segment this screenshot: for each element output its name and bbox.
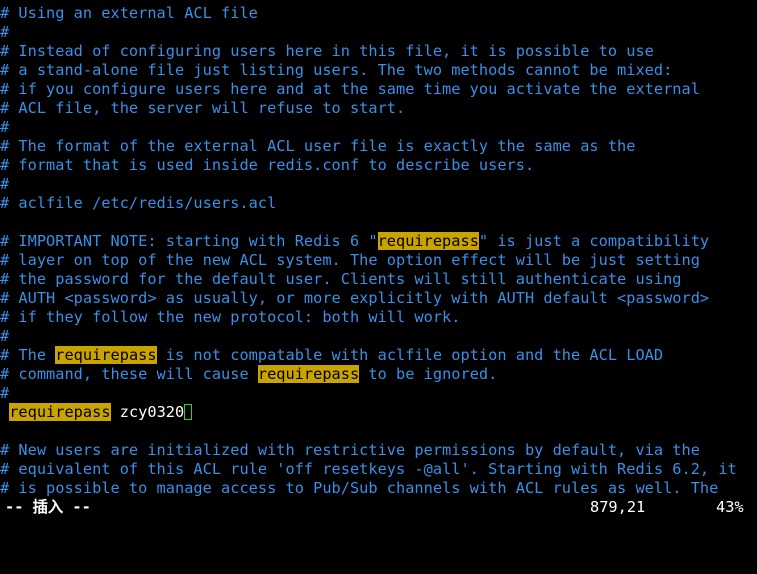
editor-line[interactable]: # The requirepass is not compatable with… <box>0 346 663 365</box>
editor-line[interactable]: # ACL file, the server will refuse to st… <box>0 99 405 118</box>
comment-text: # the password for the default user. Cli… <box>0 270 682 288</box>
editor-line[interactable]: # format that is used inside redis.conf … <box>0 156 534 175</box>
comment-text: to be ignored. <box>359 365 498 383</box>
editor-line[interactable]: # IMPORTANT NOTE: starting with Redis 6 … <box>0 232 709 251</box>
config-text <box>0 403 9 421</box>
comment-text: # IMPORTANT NOTE: starting with Redis 6 … <box>0 232 378 250</box>
comment-text: # a stand-alone file just listing users.… <box>0 61 673 79</box>
text-cursor <box>184 404 193 420</box>
editor-line[interactable]: # <box>0 175 9 194</box>
editor-line[interactable]: # The format of the external ACL user fi… <box>0 137 635 156</box>
editor-line[interactable]: requirepass zcy0320 <box>0 403 193 422</box>
comment-text: # is possible to manage access to Pub/Su… <box>0 479 719 497</box>
editor-line[interactable]: # the password for the default user. Cli… <box>0 270 682 289</box>
comment-text: # <box>0 175 10 193</box>
comment-text: # equivalent of this ACL rule 'off reset… <box>0 460 737 478</box>
editor-line[interactable]: # <box>0 327 9 346</box>
editor-line[interactable]: # New users are initialized with restric… <box>0 441 700 460</box>
search-highlight: requirepass <box>9 403 111 421</box>
editor-line[interactable]: # <box>0 384 9 403</box>
comment-text: # <box>0 384 10 402</box>
comment-text: # <box>0 327 10 345</box>
comment-text: # <box>0 118 10 136</box>
editor-line[interactable]: # equivalent of this ACL rule 'off reset… <box>0 460 737 479</box>
scroll-percent: 43% <box>716 498 744 516</box>
search-highlight: requirepass <box>55 346 157 364</box>
comment-text: # format that is used inside redis.conf … <box>0 156 535 174</box>
comment-text: # ACL file, the server will refuse to st… <box>0 99 406 117</box>
search-highlight: requirepass <box>257 365 360 383</box>
editor-line[interactable]: # a stand-alone file just listing users.… <box>0 61 672 80</box>
comment-text: # if they follow the new protocol: both … <box>0 308 461 326</box>
comment-text: # command, these will cause <box>0 365 258 383</box>
comment-text: # The <box>0 346 56 364</box>
editor-line[interactable]: # if you configure users here and at the… <box>0 80 700 99</box>
editor-line[interactable]: # command, these will cause requirepass … <box>0 365 497 384</box>
comment-text: is not compatable with aclfile option an… <box>156 346 664 364</box>
comment-text: # layer on top of the new ACL system. Th… <box>0 251 700 269</box>
editor-line[interactable]: # AUTH <password> as usually, or more ex… <box>0 289 709 308</box>
cursor-position: 879,21 <box>590 498 646 516</box>
editor-line[interactable]: # layer on top of the new ACL system. Th… <box>0 251 700 270</box>
comment-text: # New users are initialized with restric… <box>0 441 700 459</box>
config-text: zcy0320 <box>110 403 185 421</box>
editor-line[interactable]: # if they follow the new protocol: both … <box>0 308 460 327</box>
editor-line[interactable]: # Using an external ACL file <box>0 4 258 23</box>
mode-indicator: -- 插入 -- <box>5 498 91 516</box>
comment-text: # aclfile /etc/redis/users.acl <box>0 194 277 212</box>
editor-line[interactable]: # is possible to manage access to Pub/Su… <box>0 479 718 498</box>
editor-line[interactable]: # Instead of configuring users here in t… <box>0 42 654 61</box>
search-highlight: requirepass <box>377 232 479 250</box>
comment-text: " is just a compatibility <box>478 232 710 250</box>
status-bar: -- 插入 -- 879,21 43% <box>0 498 757 517</box>
comment-text: # Using an external ACL file <box>0 4 258 22</box>
editor-line[interactable]: # <box>0 23 9 42</box>
comment-text: # AUTH <password> as usually, or more ex… <box>0 289 710 307</box>
editor-line[interactable]: # <box>0 118 9 137</box>
comment-text: # Instead of configuring users here in t… <box>0 42 654 60</box>
comment-text: # if you configure users here and at the… <box>0 80 700 98</box>
editor-line[interactable]: # aclfile /etc/redis/users.acl <box>0 194 276 213</box>
comment-text: # The format of the external ACL user fi… <box>0 137 636 155</box>
comment-text: # <box>0 23 10 41</box>
vim-editor[interactable]: # Using an external ACL file # # Instead o… <box>0 0 757 534</box>
